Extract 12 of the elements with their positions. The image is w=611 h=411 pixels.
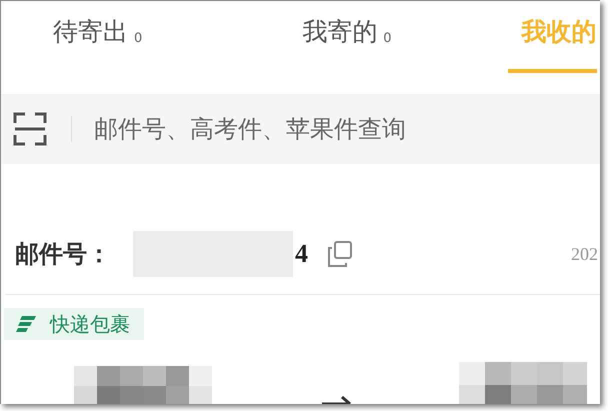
tab[interactable]: 待寄出 0: [53, 1, 142, 73]
tab[interactable]: 我寄的 0: [302, 1, 392, 73]
parcel-tag: 快递包裹: [4, 308, 144, 340]
copy-icon[interactable]: [328, 241, 352, 267]
mail-number-end: 4: [295, 239, 308, 269]
search-placeholder: 邮件号、高考件、苹果件查询: [94, 114, 406, 145]
parcel-icon: [16, 314, 38, 334]
search-field[interactable]: 邮件号、高考件、苹果件查询: [1, 94, 600, 164]
scan-icon[interactable]: [13, 112, 47, 146]
arrow-icon: [322, 396, 354, 404]
date-text: 202: [571, 244, 598, 264]
mail-number-label: 邮件号：: [15, 239, 111, 270]
